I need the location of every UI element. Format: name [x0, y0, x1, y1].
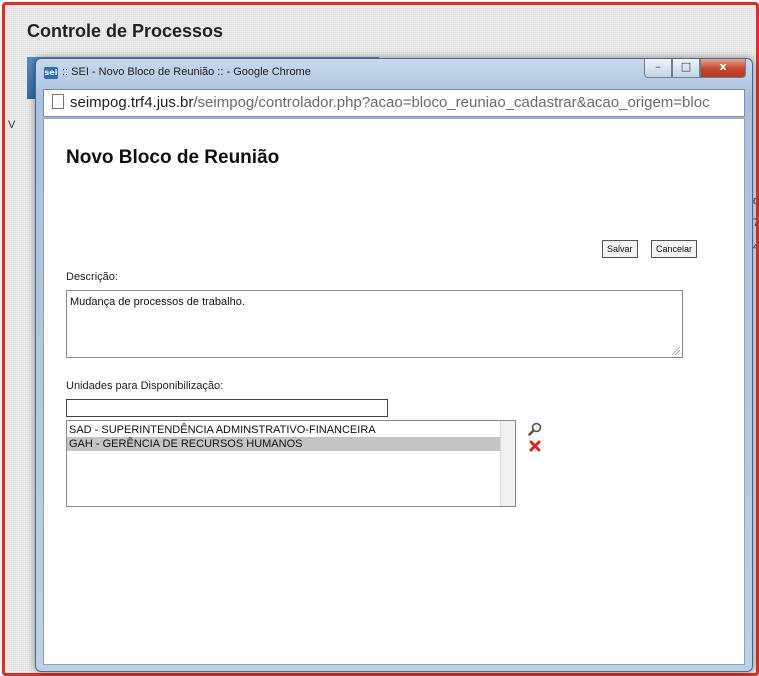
resize-grip-icon[interactable] — [672, 347, 680, 355]
window-controls: – □ x — [644, 59, 746, 79]
background-page-title: Controle de Processos — [27, 21, 224, 41]
popup-window: sei :: SEI - Novo Bloco de Reunião :: - … — [35, 58, 753, 672]
window-title: :: SEI - Novo Bloco de Reunião :: - Goog… — [62, 66, 311, 78]
search-icon[interactable] — [528, 422, 542, 436]
listbox-scrollbar[interactable] — [500, 421, 515, 506]
background-text: d — [753, 195, 759, 207]
page-title: Novo Bloco de Reunião — [66, 147, 280, 168]
unidades-listbox[interactable]: SAD - SUPERINTENDÊNCIA ADMINSTRATIVO-FIN… — [66, 420, 516, 507]
remove-icon[interactable] — [529, 440, 541, 452]
page-content: Novo Bloco de Reunião Salvar Cancelar De… — [43, 118, 745, 665]
descricao-value: Mudança de processos de trabalho. — [70, 296, 245, 308]
save-button[interactable]: Salvar — [602, 240, 638, 258]
list-item-selected[interactable]: GAH - GERÊNCIA DE RECURSOS HUMANOS — [67, 437, 501, 451]
url-path: /seimpog/controlador.php?acao=bloco_reun… — [193, 94, 710, 111]
background-text: V — [8, 119, 16, 131]
window-titlebar[interactable]: sei :: SEI - Novo Bloco de Reunião :: - … — [36, 59, 752, 87]
descricao-textarea[interactable]: Mudança de processos de trabalho. — [66, 290, 683, 358]
url-host: seimpog.trf4.jus.br — [70, 94, 194, 111]
unidades-search-input[interactable] — [66, 399, 388, 417]
background-text: 7 — [753, 217, 759, 229]
unidades-label: Unidades para Disponibilização: — [66, 380, 224, 392]
sei-favicon-icon: sei — [44, 67, 58, 79]
maximize-button[interactable]: □ — [672, 59, 700, 78]
address-bar[interactable]: seimpog.trf4.jus.br/seimpog/controlador.… — [43, 89, 745, 117]
page-icon — [52, 94, 64, 109]
list-item[interactable]: SAD - SUPERINTENDÊNCIA ADMINSTRATIVO-FIN… — [67, 423, 501, 437]
background-text: 4 — [753, 241, 759, 253]
close-button[interactable]: x — [700, 59, 746, 78]
minimize-button[interactable]: – — [644, 59, 672, 78]
cancel-button[interactable]: Cancelar — [651, 240, 698, 258]
descricao-label: Descrição: — [66, 271, 118, 283]
